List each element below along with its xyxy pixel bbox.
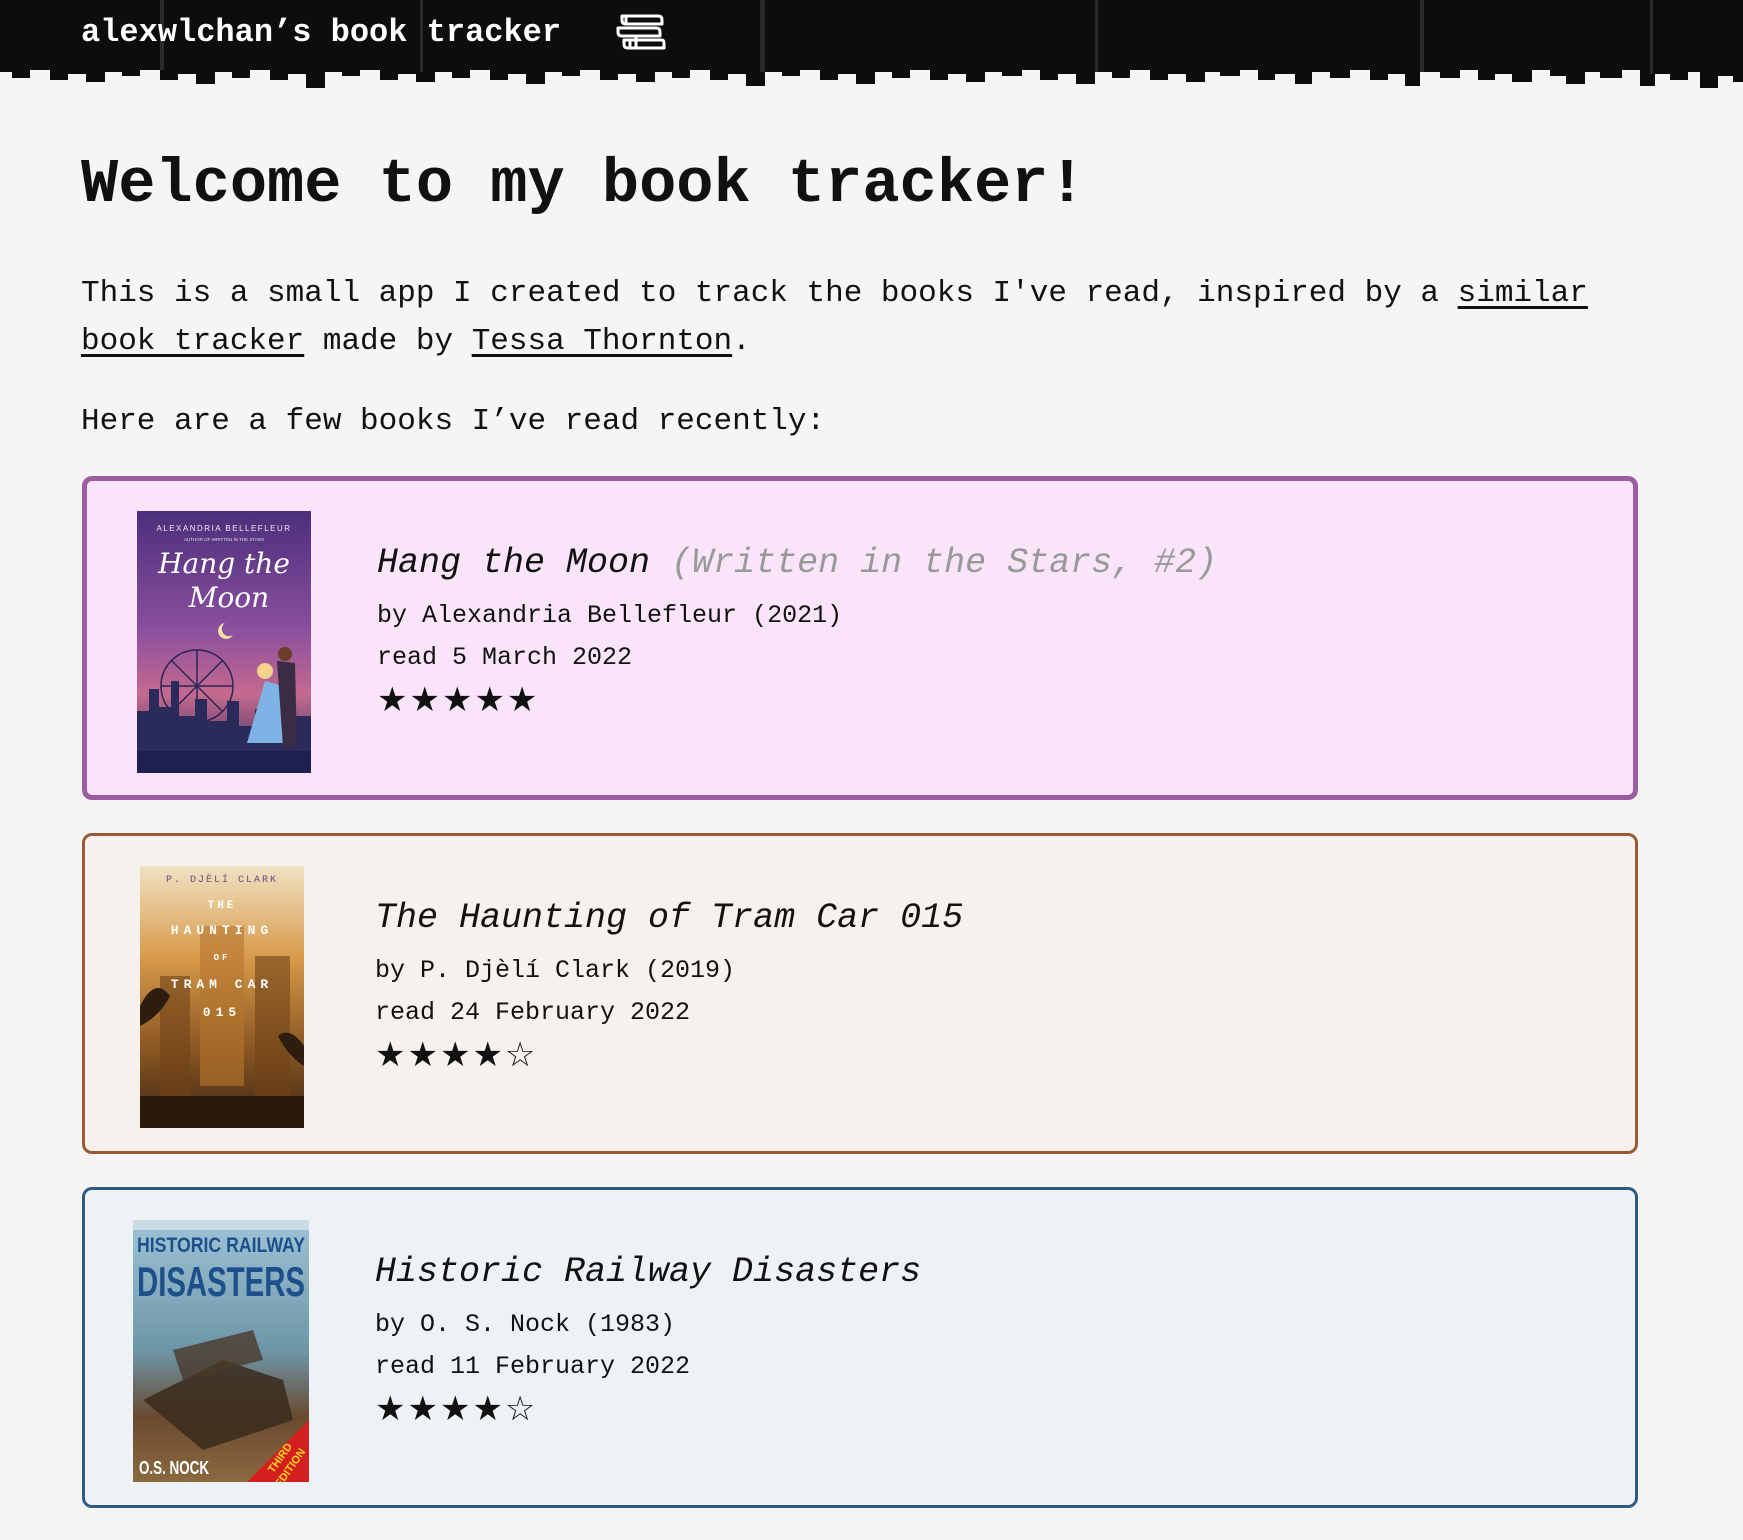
cover-title-line2: DISASTERS xyxy=(137,1258,305,1305)
book-title[interactable]: Historic Railway Disasters xyxy=(375,1250,921,1294)
book-title-text: Hang the Moon xyxy=(377,543,651,583)
books-icon xyxy=(616,14,666,50)
book-cover-historic-railway-disasters[interactable]: HISTORIC RAILWAY DISASTERS O.S. NOCK THI… xyxy=(133,1220,309,1482)
book-card-historic-railway-disasters[interactable]: HISTORIC RAILWAY DISASTERS O.S. NOCK THI… xyxy=(82,1187,1638,1508)
main-content: Welcome to my book tracker! This is a sm… xyxy=(81,140,1641,446)
book-title-text: The Haunting of Tram Car 015 xyxy=(375,898,964,938)
book-cover-haunting-of-tram-car-015[interactable]: P. DJÈLÍ CLARK THE HAUNTING OF TRAM CAR … xyxy=(140,866,304,1128)
cover-line3: OF xyxy=(214,953,231,963)
book-byline: by O. S. Nock (1983) xyxy=(375,1310,676,1339)
book-info: Historic Railway Disasters by O. S. Nock… xyxy=(375,1250,921,1430)
book-info: Hang the Moon (Written in the Stars, #2)… xyxy=(377,541,1217,721)
cover-title-line1: HISTORIC RAILWAY xyxy=(137,1234,305,1257)
book-title[interactable]: The Haunting of Tram Car 015 xyxy=(375,896,963,940)
book-read-date: read 5 March 2022 xyxy=(377,643,633,672)
cover-author: O.S. NOCK xyxy=(139,1458,209,1478)
book-read-date: read 24 February 2022 xyxy=(375,998,691,1027)
site-header: alexwlchan’s book tracker xyxy=(0,0,1743,90)
book-rating-stars: ★★★★☆ xyxy=(375,1389,538,1429)
book-cover-hang-the-moon[interactable]: ALEXANDRIA BELLEFLEUR AUTHOR OF WRITTEN … xyxy=(137,511,311,773)
cover-line5: 015 xyxy=(203,1005,241,1020)
book-rating-stars: ★★★★★ xyxy=(377,680,540,720)
book-title[interactable]: Hang the Moon (Written in the Stars, #2) xyxy=(377,541,1217,585)
cover-title-line2: Moon xyxy=(188,581,269,614)
cover-title-line1: Hang the xyxy=(157,547,290,580)
cover-line4: TRAM CAR xyxy=(171,977,273,992)
book-read-date: read 11 February 2022 xyxy=(375,1352,691,1381)
tessa-thornton-link[interactable]: Tessa Thornton xyxy=(472,324,732,359)
cover-line2: HAUNTING xyxy=(171,923,273,938)
book-info: The Haunting of Tram Car 015 by P. Djèlí… xyxy=(375,896,963,1076)
book-title-text: Historic Railway Disasters xyxy=(375,1252,922,1292)
cover-author: P. DJÈLÍ CLARK xyxy=(166,872,278,886)
book-byline: by Alexandria Bellefleur (2021) xyxy=(377,601,843,630)
intro-text-middle: made by xyxy=(304,324,472,359)
book-card-haunting-of-tram-car-015[interactable]: P. DJÈLÍ CLARK THE HAUNTING OF TRAM CAR … xyxy=(82,833,1638,1154)
book-series: (Written in the Stars, #2) xyxy=(671,543,1218,583)
site-title[interactable]: alexwlchan’s book tracker xyxy=(81,14,561,51)
recent-books-label: Here are a few books I’ve read recently: xyxy=(81,404,826,439)
book-card-hang-the-moon[interactable]: ALEXANDRIA BELLEFLEUR AUTHOR OF WRITTEN … xyxy=(82,476,1638,800)
intro-text-before: This is a small app I created to track t… xyxy=(81,276,1458,311)
intro-paragraph: This is a small app I created to track t… xyxy=(81,270,1641,366)
book-rating-stars: ★★★★☆ xyxy=(375,1035,538,1075)
intro-text-after: . xyxy=(732,324,751,359)
book-byline: by P. Djèlí Clark (2019) xyxy=(375,956,736,985)
cover-author: ALEXANDRIA BELLEFLEUR xyxy=(156,524,291,533)
cover-subtitle: AUTHOR OF WRITTEN IN THE STARS xyxy=(184,537,264,542)
page-title: Welcome to my book tracker! xyxy=(81,149,1086,220)
cover-line1: THE xyxy=(208,900,237,912)
